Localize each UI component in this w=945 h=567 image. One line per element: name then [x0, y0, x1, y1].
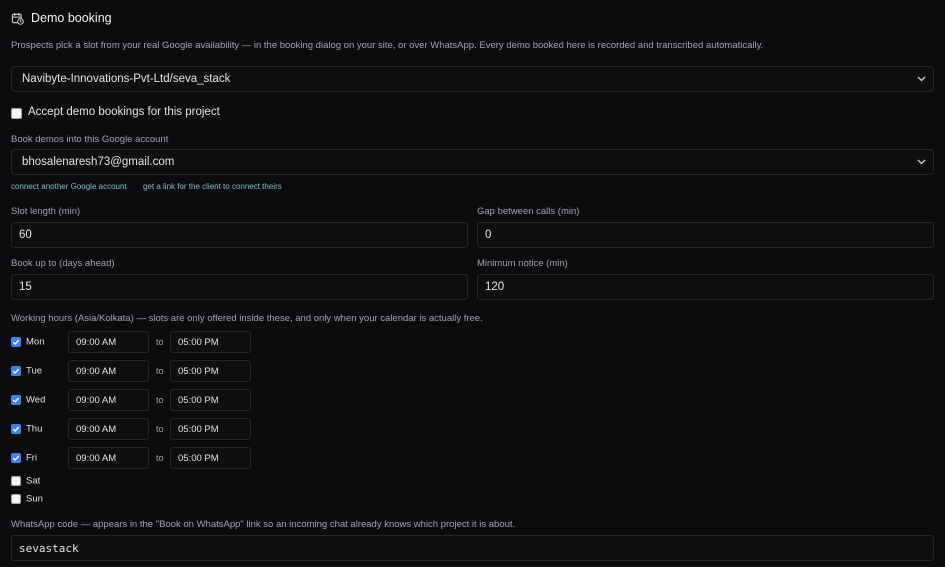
end-time-input[interactable]: 05:00 PM — [170, 447, 251, 469]
to-label: to — [156, 366, 164, 376]
start-time-input[interactable]: 09:00 AM — [68, 331, 149, 353]
chevron-down-icon — [917, 73, 926, 85]
section-title: Demo booking — [31, 11, 112, 25]
to-label: to — [156, 453, 164, 463]
day-label: Tue — [26, 365, 43, 377]
day-label: Fri — [26, 452, 38, 464]
google-account-label: Book demos into this Google account — [11, 134, 169, 145]
start-time-input[interactable]: 09:00 AM — [68, 360, 149, 382]
whatsapp-code-label: WhatsApp code — appears in the "Book on … — [11, 519, 516, 530]
connect-google-account-link[interactable]: connect another Google account — [11, 182, 127, 191]
day-row-mon: Mon 09:00 AM to 05:00 PM — [11, 331, 256, 353]
day-checkbox-mon[interactable] — [11, 337, 21, 347]
google-account-value: bhosalenaresh73@gmail.com — [22, 156, 175, 168]
day-checkbox-sun[interactable] — [11, 494, 21, 504]
day-checkbox-sat[interactable] — [11, 476, 21, 486]
end-time-input[interactable]: 05:00 PM — [170, 418, 251, 440]
minimum-notice-input[interactable]: 120 — [477, 274, 934, 300]
chevron-down-icon — [917, 156, 926, 168]
to-label: to — [156, 424, 164, 434]
calendar-clock-icon — [11, 12, 24, 25]
accept-bookings-checkbox[interactable] — [11, 108, 22, 119]
day-row-thu: Thu 09:00 AM to 05:00 PM — [11, 418, 256, 440]
end-time-input[interactable]: 05:00 PM — [170, 331, 251, 353]
day-row-wed: Wed 09:00 AM to 05:00 PM — [11, 389, 256, 411]
day-row-fri: Fri 09:00 AM to 05:00 PM — [11, 447, 256, 469]
end-time-input[interactable]: 05:00 PM — [170, 360, 251, 382]
book-up-to-label: Book up to (days ahead) — [11, 258, 115, 269]
working-hours-label: Working hours (Asia/Kolkata) — slots are… — [11, 313, 483, 324]
day-label: Mon — [26, 336, 45, 348]
slot-length-label: Slot length (min) — [11, 206, 81, 217]
google-account-select[interactable]: bhosalenaresh73@gmail.com — [11, 149, 934, 175]
gap-between-calls-label: Gap between calls (min) — [477, 206, 580, 217]
day-checkbox-wed[interactable] — [11, 395, 21, 405]
day-row-tue: Tue 09:00 AM to 05:00 PM — [11, 360, 256, 382]
to-label: to — [156, 395, 164, 405]
gap-between-calls-input[interactable]: 0 — [477, 222, 934, 248]
day-row-sun: Sun — [11, 492, 256, 506]
start-time-input[interactable]: 09:00 AM — [68, 389, 149, 411]
day-checkbox-thu[interactable] — [11, 424, 21, 434]
section-header: Demo booking — [11, 10, 112, 26]
day-label: Sat — [26, 475, 41, 487]
project-select-value: Navibyte-Innovations-Pvt-Ltd/seva_stack — [22, 73, 231, 85]
day-row-sat: Sat — [11, 474, 256, 488]
day-label: Sun — [26, 493, 43, 505]
day-checkbox-tue[interactable] — [11, 366, 21, 376]
project-select[interactable]: Navibyte-Innovations-Pvt-Ltd/seva_stack — [11, 66, 934, 92]
whatsapp-code-input[interactable]: sevastack — [11, 535, 934, 561]
start-time-input[interactable]: 09:00 AM — [68, 418, 149, 440]
start-time-input[interactable]: 09:00 AM — [68, 447, 149, 469]
accept-bookings-label[interactable]: Accept demo bookings for this project — [28, 106, 220, 118]
client-connect-link[interactable]: get a link for the client to connect the… — [143, 182, 282, 191]
to-label: to — [156, 337, 164, 347]
slot-length-input[interactable]: 60 — [11, 222, 468, 248]
day-label: Wed — [26, 394, 46, 406]
book-up-to-input[interactable]: 15 — [11, 274, 468, 300]
day-label: Thu — [26, 423, 43, 435]
day-checkbox-fri[interactable] — [11, 453, 21, 463]
end-time-input[interactable]: 05:00 PM — [170, 389, 251, 411]
minimum-notice-label: Minimum notice (min) — [477, 258, 568, 269]
section-description: Prospects pick a slot from your real Goo… — [11, 40, 764, 51]
